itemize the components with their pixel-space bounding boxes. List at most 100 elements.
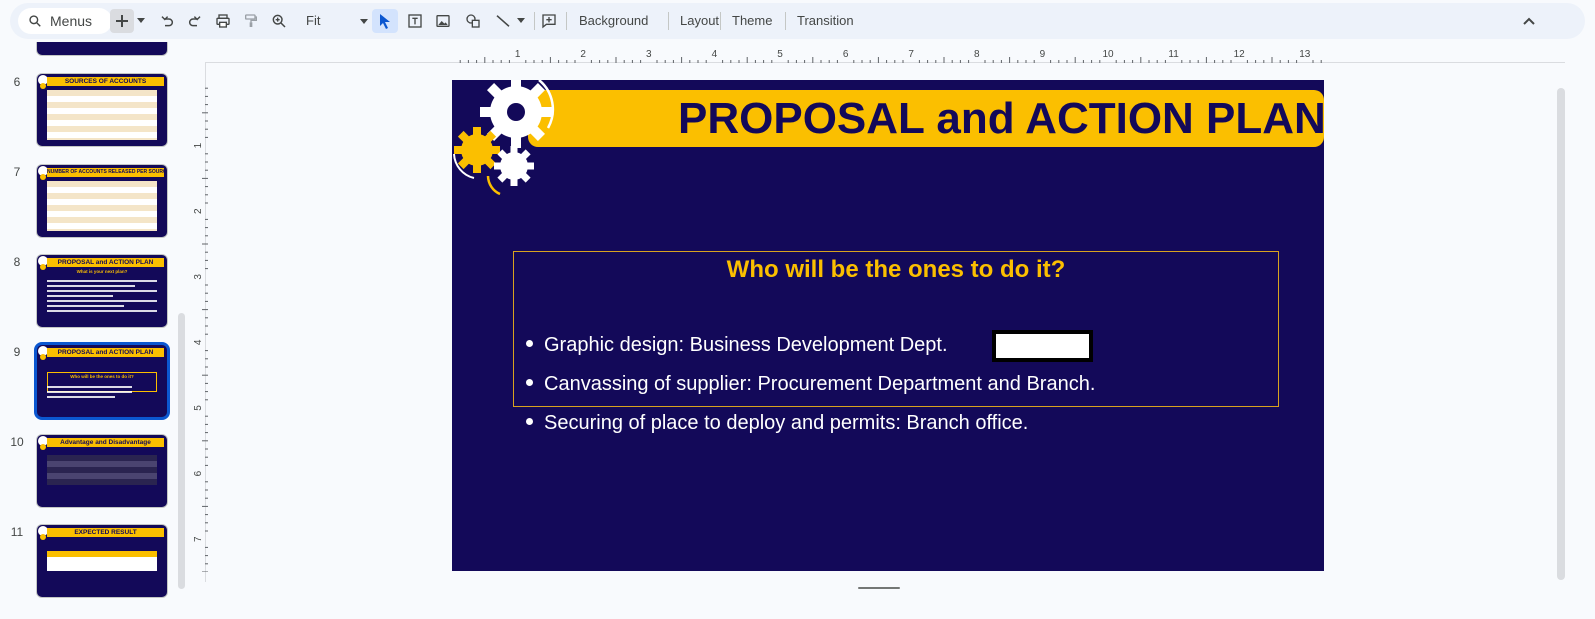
thumbnail-slide-7[interactable]: NUMBER OF ACCOUNTS RELEASED PER SOURCE — [36, 164, 168, 238]
chevron-up-icon — [1523, 17, 1535, 25]
thumbnail-table — [47, 181, 157, 231]
thumbnail-slide-10[interactable]: Advantage and Disadvantage — [36, 434, 168, 508]
cursor-arrow-icon — [380, 14, 390, 29]
gear-icon — [40, 83, 46, 89]
thumbnail-slide-6[interactable]: SOURCES OF ACCOUNTS — [36, 73, 168, 147]
ruler-label: 7 — [908, 49, 914, 60]
slide-number: 10 — [10, 435, 24, 449]
slide-number: 6 — [13, 75, 21, 89]
thumbnail-title: SOURCES OF ACCOUNTS — [47, 77, 164, 86]
undo-icon — [161, 16, 173, 27]
paint-roller-icon — [245, 14, 257, 27]
thumbnail-slide-8[interactable]: PROPOSAL and ACTION PLAN What is your ne… — [36, 254, 168, 328]
theme-button[interactable]: Theme — [732, 9, 772, 33]
thumbnail-slide-5-partial[interactable] — [36, 42, 168, 56]
layout-button[interactable]: Layout — [680, 9, 719, 33]
shape-button[interactable] — [462, 9, 484, 33]
ruler-label: 9 — [1040, 49, 1046, 60]
bullet-item[interactable]: Canvassing of supplier: Procurement Depa… — [526, 371, 1095, 410]
redo-icon — [189, 16, 201, 27]
ruler-label: 6 — [194, 470, 204, 476]
zoom-value: Fit — [306, 13, 321, 28]
ruler-label: 13 — [1299, 49, 1311, 60]
ruler-label: 12 — [1234, 49, 1246, 60]
canvas-scrollbar[interactable] — [1557, 88, 1565, 580]
menus-search[interactable]: Menus — [18, 8, 112, 34]
ruler-label: 11 — [1168, 49, 1179, 60]
slide-subtitle[interactable]: Who will be the ones to do it? — [513, 256, 1279, 284]
ruler-label: 10 — [1102, 49, 1114, 60]
ruler-label: 6 — [843, 49, 849, 60]
filmstrip-scrollbar[interactable] — [178, 313, 185, 589]
slide-filmstrip: 6 SOURCES OF ACCOUNTS 7 NUMBER OF ACCOUN… — [0, 42, 188, 619]
ruler-label: 2 — [194, 208, 204, 214]
line-button[interactable] — [492, 9, 514, 33]
menus-label: Menus — [50, 13, 93, 29]
insert-comment-button[interactable] — [538, 9, 560, 33]
redo-button[interactable] — [184, 9, 206, 33]
line-dropdown[interactable] — [514, 9, 528, 33]
caret-down-icon — [137, 18, 145, 23]
ruler-label: 1 — [194, 142, 204, 148]
ruler-label: 8 — [974, 49, 980, 60]
collapse-toolbar-button[interactable] — [1518, 9, 1540, 33]
ruler-label: 5 — [194, 405, 204, 411]
transition-button[interactable]: Transition — [797, 9, 854, 33]
image-icon — [436, 15, 450, 27]
toolbar-divider — [668, 12, 669, 30]
text-box-button[interactable] — [404, 9, 426, 33]
text-box-icon — [408, 14, 422, 28]
gear-icon — [40, 444, 46, 450]
toolbar: Menus Fit Background Layout Theme Transi… — [10, 3, 1585, 39]
thumbnail-title: PROPOSAL and ACTION PLAN — [47, 348, 164, 357]
shapes-icon — [466, 14, 480, 28]
print-icon — [216, 14, 230, 28]
gear-icon — [40, 354, 46, 360]
ruler-label: 7 — [194, 536, 204, 542]
slide-canvas[interactable]: PROPOSAL and ACTION PLAN Who will be the… — [452, 80, 1324, 571]
thumbnail-table — [47, 551, 157, 571]
toolbar-divider — [566, 12, 567, 30]
zoom-select[interactable]: Fit — [306, 9, 374, 33]
thumbnail-slide-11[interactable]: EXPECTED RESULT — [36, 524, 168, 598]
chevron-down-icon — [360, 19, 368, 24]
slide-number: 8 — [13, 255, 21, 269]
insert-image-button[interactable] — [432, 9, 454, 33]
background-button[interactable]: Background — [579, 9, 648, 33]
print-button[interactable] — [212, 9, 234, 33]
toolbar-divider — [785, 12, 786, 30]
thumbnail-table — [47, 90, 157, 140]
thumbnail-table — [47, 455, 157, 485]
toolbar-divider — [534, 12, 535, 30]
thumbnail-title: EXPECTED RESULT — [47, 528, 164, 537]
plus-icon — [116, 15, 128, 27]
thumbnail-bullets — [47, 277, 157, 315]
thumbnail-title: NUMBER OF ACCOUNTS RELEASED PER SOURCE — [47, 168, 164, 177]
select-tool-button[interactable] — [372, 9, 398, 33]
slide-number: 7 — [13, 165, 21, 179]
bullet-item[interactable]: Securing of place to deploy and permits:… — [526, 410, 1095, 449]
undo-button[interactable] — [156, 9, 178, 33]
new-slide-dropdown[interactable] — [134, 9, 148, 33]
slide-number: 9 — [13, 345, 21, 359]
slide-title[interactable]: PROPOSAL and ACTION PLAN — [528, 90, 1324, 147]
ruler-label: 2 — [580, 49, 586, 60]
search-icon — [29, 15, 41, 27]
thumbnail-slide-9[interactable]: PROPOSAL and ACTION PLAN Who will be the… — [34, 342, 170, 420]
thumbnail-subtitle: Who will be the ones to do it? — [70, 374, 134, 379]
add-comment-icon — [542, 14, 556, 29]
thumbnail-subtitle: What is your next plan? — [76, 269, 128, 274]
new-slide-button[interactable] — [110, 9, 134, 33]
gear-icon — [40, 174, 46, 180]
redaction-box — [992, 330, 1093, 362]
vertical-ruler[interactable]: 1 2 3 4 5 6 7 — [194, 80, 208, 572]
ruler-label: 1 — [515, 49, 521, 60]
ruler-label: 3 — [194, 274, 204, 280]
horizontal-ruler[interactable]: 1 2 3 4 5 6 7 8 9 10 11 12 13 — [452, 45, 1324, 63]
speaker-notes-handle[interactable] — [858, 587, 900, 589]
line-icon — [496, 15, 510, 27]
ruler-label: 3 — [646, 49, 652, 60]
slide-number: 11 — [10, 525, 24, 539]
paint-format-button[interactable] — [240, 9, 262, 33]
zoom-button[interactable] — [268, 9, 290, 33]
